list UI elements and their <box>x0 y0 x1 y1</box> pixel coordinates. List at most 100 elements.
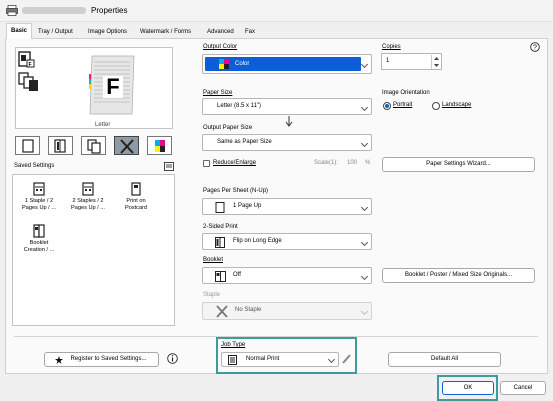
staple-value: No Staple <box>235 307 262 313</box>
chevron-down-icon <box>360 307 369 316</box>
output-paper-size-label: Output Paper Size <box>203 125 253 131</box>
image-orientation-label: Image Orientation <box>382 90 430 96</box>
copies-label: Copies <box>382 44 401 50</box>
page-letter: F <box>103 76 123 98</box>
color-swatch-icon <box>219 59 229 69</box>
two-sided-value: Flip on Long Edge <box>233 238 282 244</box>
saved-setting-item[interactable]: 1 Staple / 2 Pages Up / ... <box>17 182 61 211</box>
edit-pencil-icon[interactable] <box>341 353 352 365</box>
svg-text:F: F <box>29 62 32 68</box>
scale-label: Scale(1): <box>314 160 339 166</box>
booklet-poster-button[interactable]: Booklet / Poster / Mixed Size Originals.… <box>382 268 535 283</box>
output-color-value: Color <box>235 61 250 67</box>
info-icon[interactable] <box>167 353 178 364</box>
two-sided-label: 2-Sided Print <box>203 224 238 230</box>
paper-settings-wizard-button[interactable]: Paper Settings Wizard... <box>382 157 535 172</box>
output-paper-size-select[interactable]: Same as Paper Size <box>202 134 372 151</box>
paper-size-value: Letter (8.5 x 11") <box>217 103 262 109</box>
saved-setting-item[interactable]: Booklet Creation / ... <box>17 224 61 253</box>
scale-unit: % <box>365 160 371 166</box>
output-paper-size-value: Same as Paper Size <box>217 139 272 145</box>
saved-settings-label: Saved Settings <box>14 163 55 169</box>
spin-arrows[interactable] <box>431 55 440 69</box>
chevron-down-icon <box>360 272 369 281</box>
mode-color-button[interactable] <box>147 136 172 155</box>
multi-doc-icon <box>18 72 38 91</box>
chevron-down-icon <box>360 238 369 247</box>
copies-spinner[interactable]: 1 <box>381 53 442 70</box>
job-type-label: Job Type <box>221 342 246 348</box>
staple-select: No Staple <box>202 302 372 320</box>
staple-doc-icon <box>33 182 45 196</box>
output-color-select[interactable]: Color <box>202 54 372 74</box>
paper-caption: Letter <box>95 122 111 128</box>
landscape-label: Landscape <box>442 102 472 108</box>
arrow-down-icon <box>285 116 293 127</box>
staple-doc-icon <box>82 182 94 196</box>
portrait-radio[interactable] <box>383 102 391 110</box>
print-preview: F F Letter <box>15 47 173 129</box>
scale-value: 100 <box>347 160 358 166</box>
paper-size-label: Paper Size <box>203 90 233 96</box>
help-icon[interactable]: ? <box>530 42 540 52</box>
saved-item-line2: Creation / ... <box>23 246 55 253</box>
tab-image-options[interactable]: Image Options <box>86 26 129 38</box>
tab-tray-output[interactable]: Tray / Output <box>36 26 75 38</box>
printer-name-redacted <box>22 7 86 14</box>
job-type-select[interactable]: Normal Print <box>221 352 339 367</box>
star-icon <box>55 356 63 364</box>
default-all-button[interactable]: Default All <box>388 352 501 367</box>
chevron-down-icon <box>360 139 369 148</box>
chevron-down-icon <box>360 203 369 212</box>
tab-basic[interactable]: Basic <box>6 23 33 39</box>
color-icon <box>155 140 165 152</box>
staple-label: Staple <box>203 292 221 298</box>
portrait-label: Portrait <box>393 102 413 108</box>
duplex-icon <box>54 139 66 153</box>
scissors-staple-icon <box>216 305 228 318</box>
landscape-radio[interactable] <box>432 102 440 110</box>
nup-icon <box>87 139 101 154</box>
window-title: Properties <box>91 6 128 15</box>
tab-fax[interactable]: Fax <box>243 26 257 38</box>
scissors-staple-icon <box>120 139 134 154</box>
chevron-down-icon <box>360 60 369 69</box>
saved-item-line2: Pages Up / ... <box>71 204 105 211</box>
booklet-select[interactable]: Off <box>202 267 372 284</box>
mode-simplex-button[interactable] <box>15 136 40 155</box>
document-icon <box>228 355 237 365</box>
register-saved-settings-button[interactable]: Register to Saved Settings... <box>44 352 159 367</box>
tab-advanced[interactable]: Advanced <box>205 26 236 38</box>
job-type-value: Normal Print <box>246 356 280 362</box>
svg-text:?: ? <box>533 45 537 52</box>
mode-duplex-button[interactable] <box>48 136 73 155</box>
booklet-label: Booklet <box>203 257 224 263</box>
printer-icon <box>6 5 18 16</box>
booklet-icon <box>33 224 45 238</box>
paper-size-select[interactable]: Letter (8.5 x 11") <box>202 98 372 115</box>
copies-value: 1 <box>386 58 390 64</box>
postcard-icon <box>131 182 141 196</box>
saved-item-line2: Postcard <box>124 204 148 211</box>
chevron-down-icon <box>327 355 336 364</box>
mode-nup-button[interactable] <box>81 136 106 155</box>
chevron-down-icon <box>360 103 369 112</box>
saved-item-line1: 2 Staples / 2 <box>72 198 104 204</box>
blank-page-icon <box>22 139 34 153</box>
saved-setting-item[interactable]: 2 Staples / 2 Pages Up / ... <box>66 182 110 211</box>
pages-per-sheet-select[interactable]: 1 Page Up <box>202 198 372 215</box>
ok-button[interactable]: OK <box>442 381 494 395</box>
cancel-button[interactable]: Cancel <box>500 381 546 395</box>
saved-item-line2: Pages Up / ... <box>22 204 56 211</box>
single-page-icon <box>215 202 225 213</box>
two-sided-select[interactable]: Flip on Long Edge <box>202 233 372 250</box>
list-view-icon[interactable] <box>164 162 174 171</box>
saved-setting-item[interactable]: Print on Postcard <box>114 182 158 211</box>
booklet-icon <box>215 271 226 282</box>
mode-no-staple-button[interactable] <box>114 136 139 155</box>
reduce-enlarge-checkbox[interactable] <box>203 160 210 167</box>
spin-up-down-icon <box>434 57 439 67</box>
tab-watermark-forms[interactable]: Watermark / Forms <box>138 26 193 38</box>
booklet-value: Off <box>233 272 241 278</box>
single-doc-icon: F <box>18 51 35 68</box>
